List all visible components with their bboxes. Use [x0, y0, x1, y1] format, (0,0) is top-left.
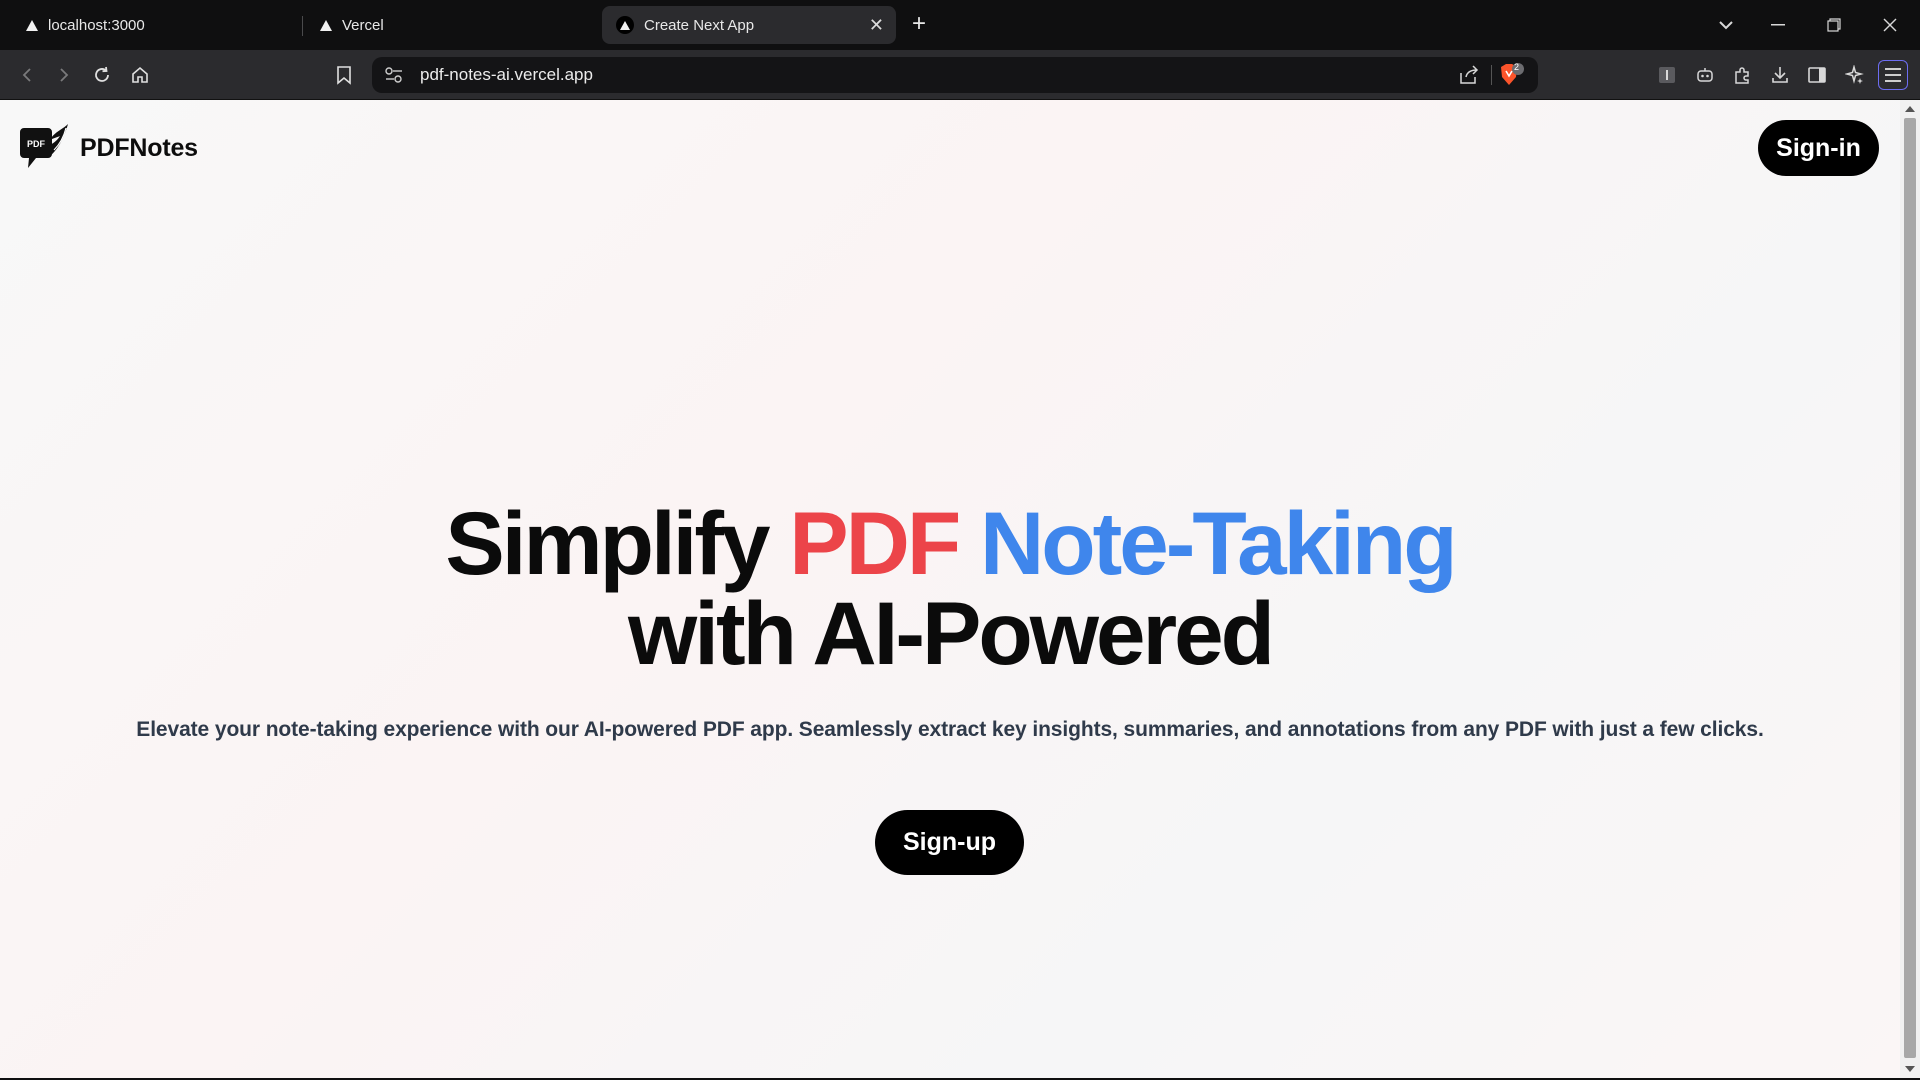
hero-title-pdf: PDF	[789, 493, 961, 593]
reader-mode-icon[interactable]	[1652, 60, 1682, 90]
scroll-down-arrow-icon[interactable]	[1905, 1066, 1915, 1072]
new-tab-icon[interactable]: +	[912, 10, 926, 38]
close-icon[interactable]	[1862, 0, 1918, 50]
restore-icon[interactable]	[1806, 0, 1862, 50]
sidebar-icon[interactable]	[1802, 60, 1832, 90]
site-settings-icon[interactable]	[384, 66, 404, 89]
forward-icon[interactable]	[49, 60, 79, 90]
sign-in-button[interactable]: Sign-in	[1758, 120, 1879, 176]
vercel-triangle-icon	[320, 19, 332, 31]
menu-icon[interactable]	[1878, 60, 1908, 90]
hero-subtitle: Elevate your note-taking experience with…	[136, 718, 1764, 741]
tab-separator	[302, 16, 303, 36]
tab-vercel[interactable]: Vercel	[306, 6, 596, 44]
page-viewport: PDF PDFNotes Sign-in Simplify PDF Note-T…	[0, 100, 1900, 1078]
tab-create-next-app[interactable]: Create Next App ✕	[602, 6, 896, 44]
brave-shield-icon[interactable]: 2	[1498, 62, 1524, 92]
pdf-chat-logo-icon: PDF	[18, 120, 70, 177]
share-icon[interactable]	[1458, 65, 1480, 90]
shield-count-badge: 2	[1514, 62, 1520, 72]
hero-title-line2: with AI-Powered	[628, 583, 1275, 683]
back-icon[interactable]	[12, 60, 42, 90]
brand-name: PDFNotes	[80, 134, 198, 162]
tab-localhost[interactable]: localhost:3000	[12, 6, 303, 44]
tab-search-icon[interactable]	[1698, 0, 1754, 50]
reload-icon[interactable]	[87, 60, 117, 90]
extensions-icon[interactable]	[1727, 60, 1757, 90]
divider	[1491, 65, 1492, 85]
minimize-icon[interactable]	[1750, 0, 1806, 50]
hero-title-note-taking: Note-Taking	[958, 493, 1458, 593]
address-bar[interactable]: pdf-notes-ai.vercel.app 2	[372, 57, 1538, 93]
tab-label: localhost:3000	[48, 16, 145, 34]
brand-logo[interactable]: PDF PDFNotes	[18, 120, 198, 177]
favicon-icon	[616, 16, 634, 34]
scroll-thumb[interactable]	[1904, 118, 1916, 1058]
leo-icon[interactable]	[1690, 60, 1720, 90]
bookmark-icon[interactable]	[329, 60, 359, 90]
scroll-up-arrow-icon[interactable]	[1905, 106, 1915, 112]
home-icon[interactable]	[125, 60, 155, 90]
url-text[interactable]: pdf-notes-ai.vercel.app	[420, 65, 593, 85]
close-tab-icon[interactable]: ✕	[869, 15, 884, 36]
tab-label: Create Next App	[644, 16, 755, 34]
vertical-scrollbar[interactable]	[1900, 100, 1920, 1078]
logo-badge-text: PDF	[27, 139, 46, 149]
vercel-triangle-icon	[26, 19, 38, 31]
hero-title-part1: Simplify	[445, 493, 790, 593]
leo-ai-icon[interactable]	[1840, 60, 1870, 90]
tab-label: Vercel	[342, 16, 384, 34]
downloads-icon[interactable]	[1765, 60, 1795, 90]
sign-up-button[interactable]: Sign-up	[875, 810, 1024, 875]
browser-toolbar: pdf-notes-ai.vercel.app 2	[0, 50, 1920, 100]
hero-title: Simplify PDF Note-Taking with AI-Powered	[0, 498, 1900, 678]
tab-strip: localhost:3000 Vercel Create Next App ✕ …	[0, 0, 1920, 50]
